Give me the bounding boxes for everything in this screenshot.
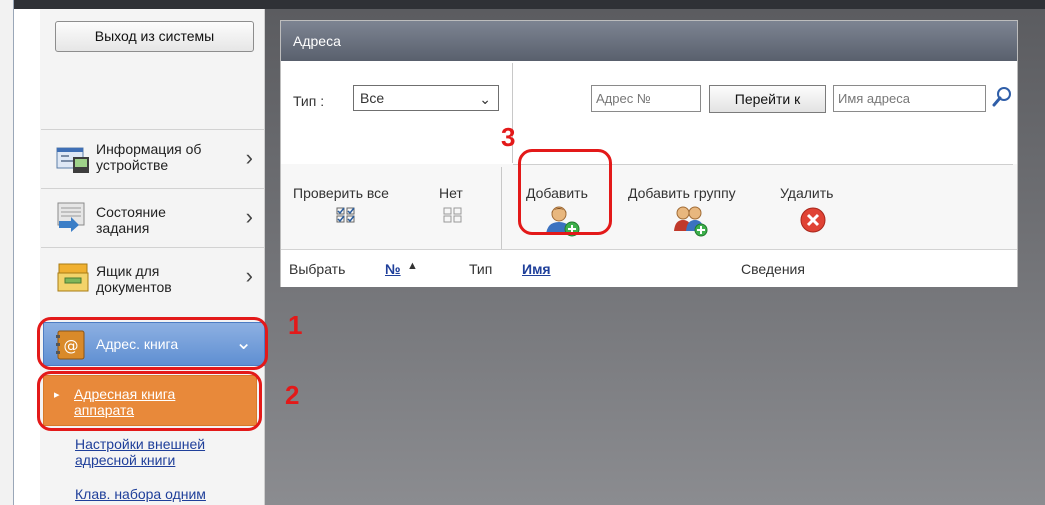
check-all-button[interactable]: Проверить все bbox=[293, 185, 389, 201]
document-box-label-1: Ящик для bbox=[96, 263, 160, 279]
step-1-marker: 1 bbox=[288, 310, 303, 340]
step-2-marker: 2 bbox=[285, 380, 300, 410]
address-book-icon: @ bbox=[56, 330, 85, 360]
add-button[interactable]: Добавить bbox=[526, 185, 588, 201]
check-all-icon[interactable] bbox=[336, 207, 356, 223]
actions-row bbox=[281, 165, 1017, 257]
address-book-label: Адрес. книга bbox=[96, 336, 179, 352]
column-select[interactable]: Выбрать bbox=[289, 261, 345, 277]
search-icon[interactable] bbox=[991, 86, 1013, 108]
device-info-label-1: Информация об bbox=[96, 141, 202, 157]
sidebar-subitem-external-address-book[interactable]: Настройки внешней адресной книги bbox=[75, 436, 205, 468]
column-name[interactable]: Имя bbox=[522, 261, 551, 277]
filter-row bbox=[281, 61, 1017, 164]
chevron-right-icon: › bbox=[245, 204, 253, 229]
none-button[interactable]: Нет bbox=[439, 185, 463, 201]
add-user-icon[interactable] bbox=[544, 205, 582, 237]
logout-button[interactable]: Выход из системы bbox=[55, 21, 254, 52]
chevron-right-icon: › bbox=[245, 145, 253, 170]
add-group-icon[interactable] bbox=[671, 205, 711, 237]
sort-ascending-icon: ▲ bbox=[407, 260, 418, 272]
column-details: Сведения bbox=[741, 261, 805, 277]
step-3-marker: 3 bbox=[501, 122, 516, 152]
job-status-icon bbox=[57, 202, 85, 232]
external-address-book-label-2: адресной книги bbox=[75, 452, 176, 468]
svg-text:@: @ bbox=[64, 337, 79, 355]
add-group-button[interactable]: Добавить группу bbox=[628, 185, 736, 201]
type-select-value: Все bbox=[360, 90, 385, 106]
external-address-book-label-1: Настройки внешней bbox=[75, 436, 206, 452]
left-edge-strip bbox=[0, 0, 14, 505]
chevron-down-icon: ⌄ bbox=[235, 332, 252, 354]
device-address-book-label-1: Адресная книга bbox=[74, 386, 176, 402]
arrow-right-icon: ▸ bbox=[54, 389, 60, 401]
chevron-right-icon: › bbox=[245, 263, 253, 288]
one-touch-label-1: Клав. набора одним bbox=[75, 486, 206, 502]
goto-button[interactable]: Перейти к bbox=[709, 85, 826, 113]
device-address-book-label-2: аппарата bbox=[74, 402, 135, 418]
address-name-input[interactable]: Имя адреса bbox=[833, 85, 986, 112]
sidebar-item-job-status[interactable]: Состояние задания › bbox=[41, 188, 265, 246]
chevron-down-icon: ⌄ bbox=[479, 91, 491, 107]
divider bbox=[501, 167, 502, 249]
address-number-input[interactable]: Адрес № bbox=[591, 85, 701, 112]
type-label: Тип : bbox=[293, 93, 325, 109]
delete-icon[interactable] bbox=[799, 206, 827, 234]
top-bar bbox=[0, 0, 1045, 9]
sidebar-subitem-device-address-book[interactable]: ▸ Адресная книга аппарата bbox=[43, 375, 257, 426]
document-box-label-2: документов bbox=[96, 279, 172, 295]
type-select[interactable]: Все ⌄ bbox=[353, 85, 499, 111]
sidebar-item-address-book[interactable]: @ Адрес. книга ⌄ bbox=[43, 322, 265, 366]
sidebar-item-device-info[interactable]: Информация об устройстве › bbox=[41, 129, 265, 187]
delete-button[interactable]: Удалить bbox=[780, 185, 833, 201]
addresses-panel: Адреса Тип : Все ⌄ Адрес № Перейти к Имя… bbox=[280, 20, 1018, 287]
job-status-label-1: Состояние bbox=[96, 204, 166, 220]
panel-title: Адреса bbox=[281, 21, 1017, 61]
uncheck-all-icon[interactable] bbox=[443, 207, 463, 223]
column-type[interactable]: Тип bbox=[469, 261, 492, 277]
job-status-label-2: задания bbox=[96, 220, 150, 236]
document-box-icon bbox=[57, 263, 89, 292]
sidebar-subitem-one-touch[interactable]: Клав. набора одним bbox=[75, 486, 206, 502]
device-info-label-2: устройстве bbox=[96, 157, 169, 173]
sidebar-item-document-box[interactable]: Ящик для документов › bbox=[41, 247, 265, 305]
column-number[interactable]: № bbox=[385, 261, 401, 277]
device-info-icon bbox=[56, 147, 89, 173]
